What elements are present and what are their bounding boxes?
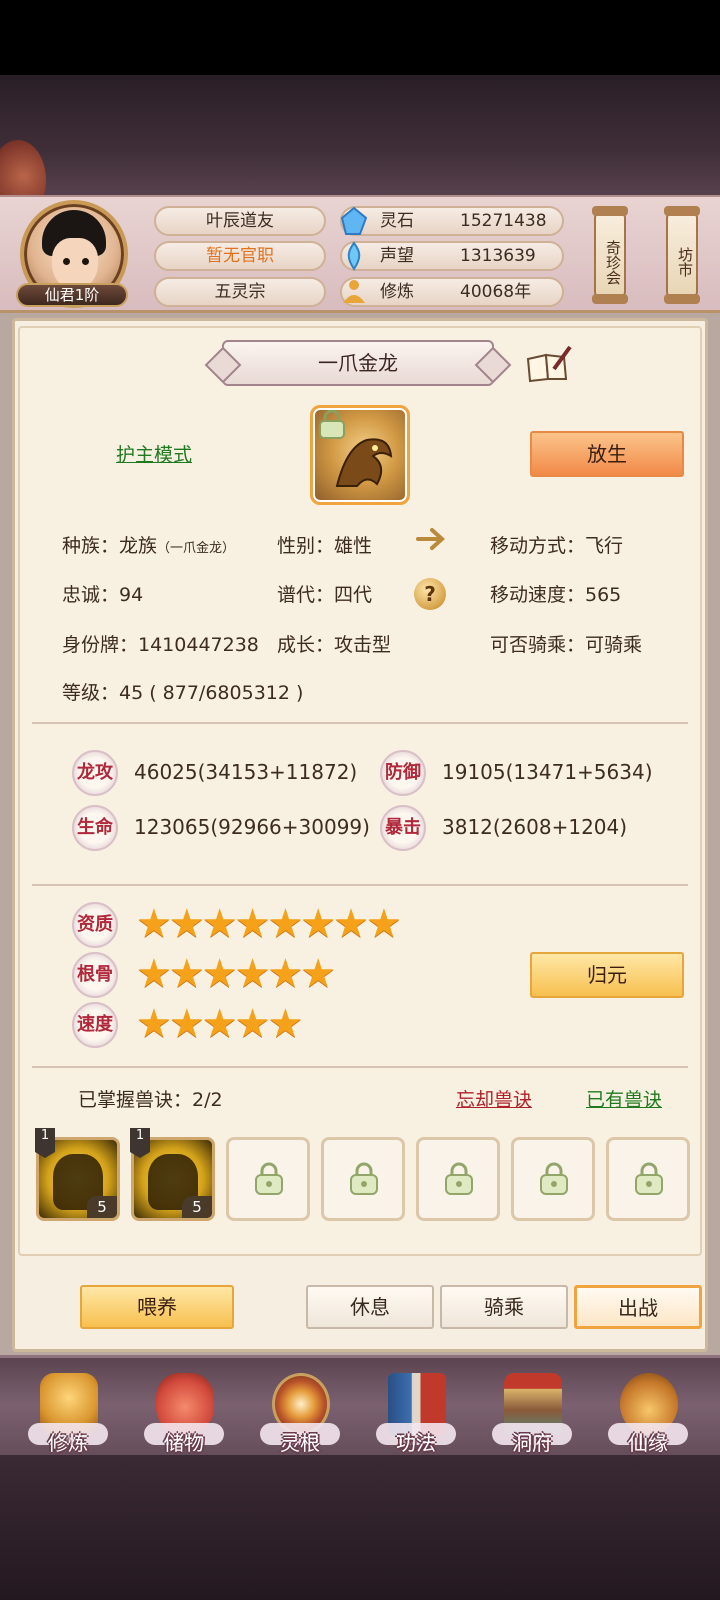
nav-label: 洞府	[512, 1431, 552, 1455]
status-bar-area	[0, 0, 720, 75]
aptitude-stars: ★★★★★★★★	[136, 901, 402, 947]
nav-spirit-root[interactable]: 灵根	[250, 1365, 350, 1475]
owned-skills-link[interactable]: 已有兽诀	[586, 1085, 662, 1112]
treasure-fair-sign[interactable]: 奇珍会	[592, 206, 628, 304]
ride-button[interactable]: 骑乘	[440, 1285, 568, 1329]
reputation-icon	[347, 241, 361, 271]
speed-badge: 速度	[72, 1002, 118, 1048]
nav-label: 功法	[396, 1431, 436, 1455]
rank-label: 仙君1阶	[16, 283, 128, 307]
crit-badge: 暴击	[380, 805, 426, 851]
reputation-value: 1313639	[460, 246, 536, 266]
feed-button[interactable]: 喂养	[80, 1285, 234, 1329]
battle-button[interactable]: 出战	[574, 1285, 702, 1329]
skill-slot-6[interactable]	[511, 1137, 595, 1221]
spirit-stone-label: 灵石	[380, 211, 414, 231]
race-text: 种族：龙族	[62, 535, 158, 557]
growth-info: 成长：攻击型	[277, 634, 392, 656]
nav-cave-mansion[interactable]: 洞府	[482, 1365, 582, 1475]
spirit-stone-value: 15271438	[460, 211, 547, 231]
move-speed-info: 移动速度：565	[490, 584, 622, 606]
speed-stars: ★★★★★	[136, 1001, 303, 1047]
divider	[32, 722, 688, 724]
bone-badge: 根骨	[72, 952, 118, 998]
nav-immortal-fate[interactable]: 仙缘	[598, 1365, 698, 1475]
defense-badge: 防御	[380, 750, 426, 796]
nav-storage[interactable]: 储物	[134, 1365, 234, 1475]
health-value: 123065(92966+30099)	[134, 815, 370, 839]
reputation-row: 声望 1313639	[340, 241, 564, 271]
skill-level: 1	[35, 1128, 55, 1158]
golden-dragon-icon	[335, 438, 393, 487]
skill-slot-3[interactable]	[226, 1137, 310, 1221]
skill-slot-2[interactable]: 1 5	[130, 1128, 215, 1221]
loyalty-info: 忠诚：94	[62, 584, 144, 606]
crit-value: 3812(2608+1204)	[442, 815, 628, 839]
level-info: 等级：45 ( 877/6805312 )	[62, 682, 304, 704]
lock-icon	[255, 1162, 283, 1195]
lock-icon	[540, 1162, 568, 1195]
skill-level: 1	[130, 1128, 150, 1158]
book-quill-icon[interactable]	[524, 345, 572, 385]
reputation-label: 声望	[380, 246, 414, 266]
defense-value: 19105(13471+5634)	[442, 760, 653, 784]
attack-badge: 龙攻	[72, 750, 118, 796]
attack-value: 46025(34153+11872)	[134, 760, 358, 784]
rest-button[interactable]: 休息	[306, 1285, 434, 1329]
cultivation-row: 修炼 40068年	[340, 277, 564, 307]
skill-slot-5[interactable]	[416, 1137, 500, 1221]
pet-name-title: 一爪金龙	[222, 340, 494, 386]
market-sign[interactable]: 坊市	[664, 206, 700, 304]
generation-info: 谱代：四代	[277, 584, 373, 606]
nav-label: 灵根	[280, 1431, 320, 1455]
skill-slot-1[interactable]: 1 5	[35, 1128, 120, 1221]
sect-name: 五灵宗	[154, 277, 326, 307]
cultivation-label: 修炼	[380, 282, 414, 302]
skill-slot-7[interactable]	[606, 1137, 690, 1221]
lock-icon	[635, 1162, 663, 1195]
nav-technique[interactable]: 功法	[366, 1365, 466, 1475]
release-button[interactable]: 放生	[530, 431, 684, 477]
cultivation-value: 40068年	[460, 282, 532, 302]
divider	[32, 884, 688, 886]
nav-label: 储物	[164, 1431, 204, 1455]
scene-background	[0, 75, 720, 200]
aptitude-badge: 资质	[72, 902, 118, 948]
nav-label: 仙缘	[628, 1431, 668, 1455]
swap-arrow-icon[interactable]	[414, 525, 448, 553]
official-post: 暂无官职	[154, 241, 326, 271]
spirit-stone-row: 灵石 15271438	[340, 206, 564, 236]
health-badge: 生命	[72, 805, 118, 851]
player-name: 叶辰道友	[154, 206, 326, 236]
race-sub-text: （一爪金龙）	[157, 541, 236, 556]
spirit-stone-icon	[340, 206, 368, 235]
skills-count: 已掌握兽诀：2/2	[78, 1089, 223, 1111]
forget-skill-link[interactable]: 忘却兽诀	[456, 1085, 532, 1112]
divider	[32, 1066, 688, 1068]
meditation-icon	[343, 280, 365, 303]
gender-info: 性别：雄性	[277, 535, 373, 557]
lock-icon	[445, 1162, 473, 1195]
skill-slot-4[interactable]	[321, 1137, 405, 1221]
bone-stars: ★★★★★★	[136, 951, 336, 997]
race-info: 种族：龙族（一爪金龙）	[62, 531, 235, 558]
guard-mode-link[interactable]: 护主模式	[116, 440, 192, 467]
skill-count: 5	[182, 1196, 212, 1218]
pet-portrait[interactable]	[310, 405, 410, 505]
help-icon[interactable]: ?	[414, 578, 446, 610]
nav-label: 修炼	[48, 1431, 88, 1455]
movement-info: 移动方式：飞行	[490, 535, 624, 557]
id-tag-info: 身份牌：1410447238	[62, 634, 259, 656]
lock-icon	[350, 1162, 378, 1195]
skill-count: 5	[87, 1196, 117, 1218]
return-origin-button[interactable]: 归元	[530, 952, 684, 998]
rideable-info: 可否骑乘：可骑乘	[490, 634, 643, 656]
nav-cultivation[interactable]: 修炼	[18, 1365, 118, 1475]
footer-background	[0, 1455, 720, 1600]
